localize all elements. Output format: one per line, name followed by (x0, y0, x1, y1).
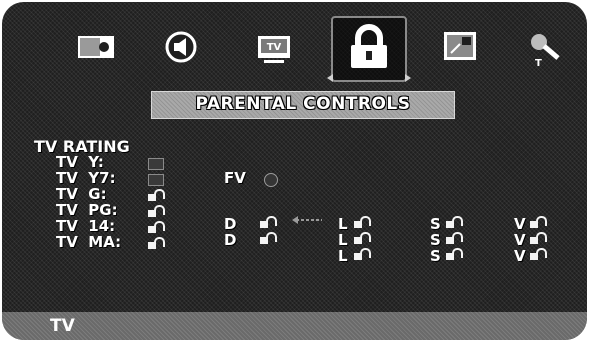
lock-14-icon[interactable] (148, 221, 165, 233)
lock-menu-item[interactable] (327, 16, 411, 82)
ma-l-label: L (338, 247, 348, 265)
lock-14-s-icon[interactable] (446, 232, 463, 244)
fv-label: FV (224, 169, 246, 187)
fv-icon[interactable] (264, 173, 278, 187)
link-arrow-icon (292, 216, 322, 224)
lock-ma-s-icon[interactable] (446, 248, 463, 260)
picture-icon[interactable] (74, 24, 118, 68)
lock-pg-s-icon[interactable] (446, 216, 463, 228)
right-arrow-icon (405, 74, 411, 82)
rating-label-tv-ma: TV MA: (56, 233, 122, 251)
lock-pg-d-icon[interactable] (260, 216, 277, 228)
lock-pg-icon[interactable] (148, 205, 165, 217)
setup-icon-text: T (535, 58, 542, 68)
lock-14-v-icon[interactable] (530, 232, 547, 244)
screen-icon[interactable] (438, 24, 482, 68)
tv-icon-text: TV (267, 42, 282, 53)
left-arrow-icon (327, 74, 333, 82)
bottom-status-bar: TV (2, 312, 587, 340)
page-title: PARENTAL CONTROLS (195, 94, 411, 114)
lock-pg-l-icon[interactable] (354, 216, 371, 228)
lock-icon (351, 24, 387, 68)
ma-s-label: S (430, 247, 441, 265)
sound-icon[interactable] (159, 24, 203, 68)
ma-v-label: V (514, 247, 526, 265)
lock-14-d-icon[interactable] (260, 232, 277, 244)
rating-y-icon[interactable] (148, 158, 164, 170)
page-title-box: PARENTAL CONTROLS (151, 91, 455, 119)
14-d-label: D (224, 231, 237, 249)
lock-ma-icon[interactable] (148, 237, 165, 249)
lock-ma-l-icon[interactable] (354, 248, 371, 260)
menu-bar: TV T (2, 16, 587, 86)
setup-icon[interactable]: T (522, 24, 566, 69)
lock-pg-v-icon[interactable] (530, 216, 547, 228)
lock-14-l-icon[interactable] (354, 232, 371, 244)
tv-icon[interactable]: TV (252, 24, 296, 68)
lock-g-icon[interactable] (148, 189, 165, 201)
lock-ma-v-icon[interactable] (530, 248, 547, 260)
rating-y7-icon[interactable] (148, 174, 164, 186)
bottom-bar-label: TV (50, 316, 75, 336)
tv-menu-screen: TV T PARENTAL CONTROLS TV RATING TV Y: T… (2, 2, 587, 340)
